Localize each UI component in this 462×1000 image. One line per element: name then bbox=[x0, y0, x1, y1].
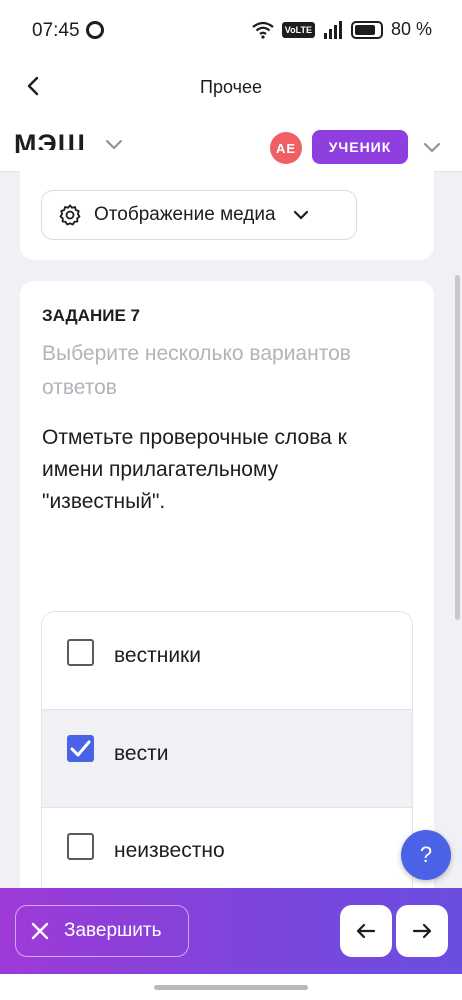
help-button[interactable]: ? bbox=[401, 830, 451, 880]
answer-options: вестники вести неизвестно bbox=[41, 611, 413, 911]
task-question: Отметьте проверочные слова к имени прила… bbox=[42, 426, 347, 513]
next-button[interactable] bbox=[396, 905, 448, 957]
wifi-icon bbox=[252, 21, 274, 39]
chat-notification-icon bbox=[86, 21, 104, 39]
chevron-down-icon bbox=[293, 210, 308, 220]
arrow-right-icon bbox=[412, 923, 432, 939]
close-icon bbox=[31, 922, 49, 940]
page-title: Прочее bbox=[200, 77, 262, 97]
role-badge[interactable]: УЧЕНИК bbox=[312, 130, 408, 164]
status-bar: 07:45 VoLTE 80 % bbox=[0, 0, 462, 60]
option-label: вестники bbox=[114, 644, 201, 667]
battery-level: 80 % bbox=[390, 19, 432, 39]
status-indicators: VoLTE 80 % bbox=[252, 19, 432, 40]
home-indicator[interactable] bbox=[154, 985, 308, 990]
task-title: ЗАДАНИЕ 7 bbox=[42, 306, 140, 325]
answer-option[interactable]: вести bbox=[42, 710, 412, 808]
gear-icon bbox=[59, 204, 81, 226]
task-hint: Выберите несколько вариантов ответов bbox=[42, 342, 351, 399]
media-display-label: Отображение медиа bbox=[94, 204, 276, 225]
avatar[interactable]: АЕ bbox=[270, 132, 302, 164]
finish-label: Завершить bbox=[64, 920, 162, 941]
navigation-bar: Прочее bbox=[0, 60, 462, 114]
arrow-left-icon bbox=[356, 923, 376, 939]
battery-icon bbox=[350, 20, 383, 39]
finish-button[interactable]: Завершить bbox=[15, 905, 189, 957]
answer-option[interactable]: вестники bbox=[42, 612, 412, 710]
option-label: неизвестно bbox=[114, 839, 225, 862]
chevron-down-icon[interactable] bbox=[422, 141, 442, 155]
previous-button[interactable] bbox=[340, 905, 392, 957]
media-display-button[interactable]: Отображение медиа bbox=[41, 190, 357, 240]
checkbox-unchecked[interactable] bbox=[67, 833, 94, 860]
option-label: вести bbox=[114, 742, 169, 765]
checkmark-icon bbox=[70, 740, 91, 757]
checkbox-unchecked[interactable] bbox=[67, 639, 94, 666]
scrollbar[interactable] bbox=[455, 275, 460, 620]
status-time: 07:45 bbox=[32, 20, 80, 41]
checkbox-checked[interactable] bbox=[67, 735, 94, 762]
signal-icon bbox=[323, 20, 342, 39]
volte-icon: VoLTE bbox=[281, 21, 315, 38]
